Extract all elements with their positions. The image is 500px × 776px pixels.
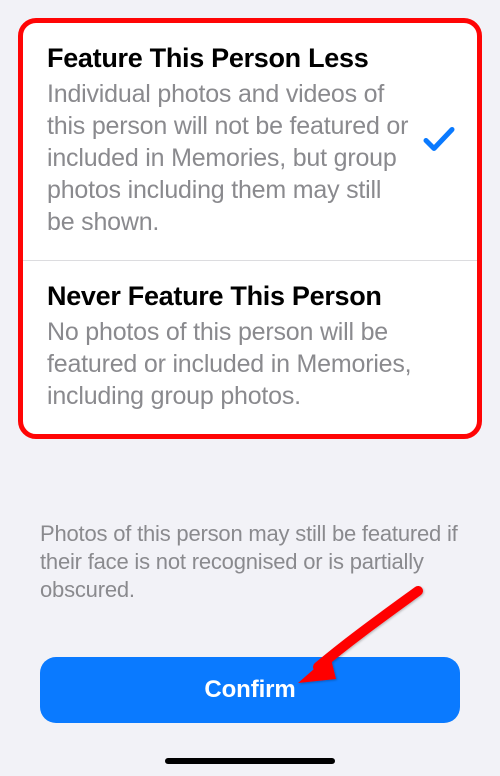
disclaimer-text: Photos of this person may still be featu… xyxy=(40,520,460,604)
confirm-button-label: Confirm xyxy=(204,676,295,704)
option-title: Feature This Person Less xyxy=(47,43,453,74)
option-feature-less[interactable]: Feature This Person Less Individual phot… xyxy=(23,23,477,260)
option-description: No photos of this person will be feature… xyxy=(47,316,453,412)
home-indicator[interactable] xyxy=(165,758,335,764)
confirm-button[interactable]: Confirm xyxy=(40,657,460,723)
option-description: Individual photos and videos of this per… xyxy=(47,78,453,238)
option-title: Never Feature This Person xyxy=(47,281,453,312)
checkmark-icon xyxy=(423,125,455,158)
option-never-feature[interactable]: Never Feature This Person No photos of t… xyxy=(23,260,477,434)
feature-options-card: Feature This Person Less Individual phot… xyxy=(18,18,482,439)
